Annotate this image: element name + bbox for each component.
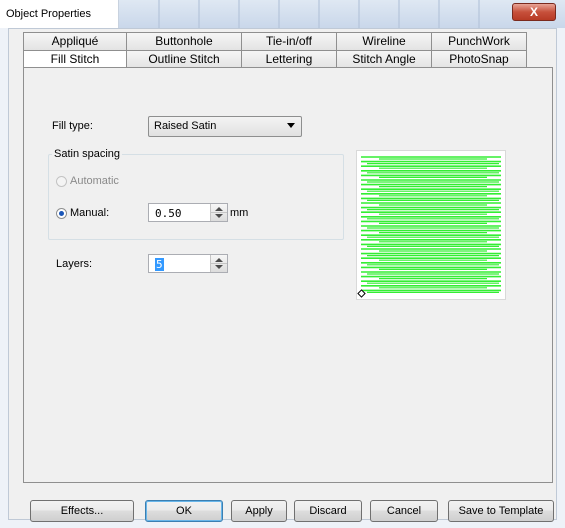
fill-type-dropdown[interactable]: Raised Satin [148, 116, 302, 137]
stepper-up-icon[interactable] [215, 258, 223, 262]
satin-spacing-group [48, 154, 344, 240]
close-button[interactable]: X [512, 3, 556, 21]
tab-outline-stitch[interactable]: Outline Stitch [126, 50, 242, 68]
tab-wireline[interactable]: Wireline [336, 32, 432, 50]
save-to-template-button[interactable]: Save to Template [448, 500, 554, 522]
title-bar-decoration [120, 0, 495, 28]
tab-lettering[interactable]: Lettering [241, 50, 337, 68]
cancel-button[interactable]: Cancel [370, 500, 438, 522]
apply-button[interactable]: Apply [231, 500, 287, 522]
fill-type-label: Fill type: [52, 120, 93, 132]
tab-stitch-angle[interactable]: Stitch Angle [336, 50, 432, 68]
radio-selected-dot [59, 211, 64, 216]
tab-punchwork[interactable]: PunchWork [431, 32, 527, 50]
stepper-divider [211, 212, 227, 213]
tab-tie-in-off[interactable]: Tie-in/off [241, 32, 337, 50]
layers-input[interactable]: 5 [148, 254, 228, 273]
spacing-unit-label: mm [230, 207, 249, 219]
chevron-down-icon [287, 123, 295, 128]
stepper-up-icon[interactable] [215, 207, 223, 211]
layers-value: 5 [155, 258, 164, 271]
title-area: Object Properties [0, 0, 119, 28]
fill-type-value: Raised Satin [154, 120, 217, 132]
layers-stepper[interactable] [210, 255, 227, 272]
tab-row-top: Appliqué Buttonhole Tie-in/off Wireline … [23, 32, 527, 50]
manual-spacing-value: 0.50 [155, 207, 182, 220]
manual-spacing-input[interactable]: 0.50 [148, 203, 228, 222]
manual-label: Manual: [70, 207, 110, 219]
layers-selected-text: 5 [155, 258, 164, 271]
object-properties-window: Object Properties X Appliqué Buttonhole … [0, 0, 565, 528]
close-icon: X [529, 5, 538, 19]
tab-fill-stitch[interactable]: Fill Stitch [23, 50, 127, 68]
ok-button[interactable]: OK [145, 500, 223, 522]
automatic-radio[interactable] [56, 176, 67, 187]
satin-spacing-title: Satin spacing [52, 148, 123, 160]
stitch-preview-canvas [357, 156, 501, 298]
effects-button[interactable]: Effects... [30, 500, 134, 522]
manual-spacing-stepper[interactable] [210, 204, 227, 221]
tab-applique[interactable]: Appliqué [23, 32, 127, 50]
tab-photosnap[interactable]: PhotoSnap [431, 50, 527, 68]
discard-button[interactable]: Discard [294, 500, 362, 522]
window-title: Object Properties [6, 8, 91, 20]
stepper-divider [211, 263, 227, 264]
layers-label: Layers: [56, 258, 93, 270]
stepper-down-icon[interactable] [215, 214, 223, 218]
title-bar: Object Properties X [0, 0, 565, 28]
automatic-label: Automatic [70, 175, 119, 187]
manual-radio[interactable] [56, 208, 67, 219]
stitch-preview [356, 150, 506, 300]
tab-row-bottom: Fill Stitch Outline Stitch Lettering Sti… [23, 50, 527, 68]
stepper-down-icon[interactable] [215, 265, 223, 269]
tab-buttonhole[interactable]: Buttonhole [126, 32, 242, 50]
